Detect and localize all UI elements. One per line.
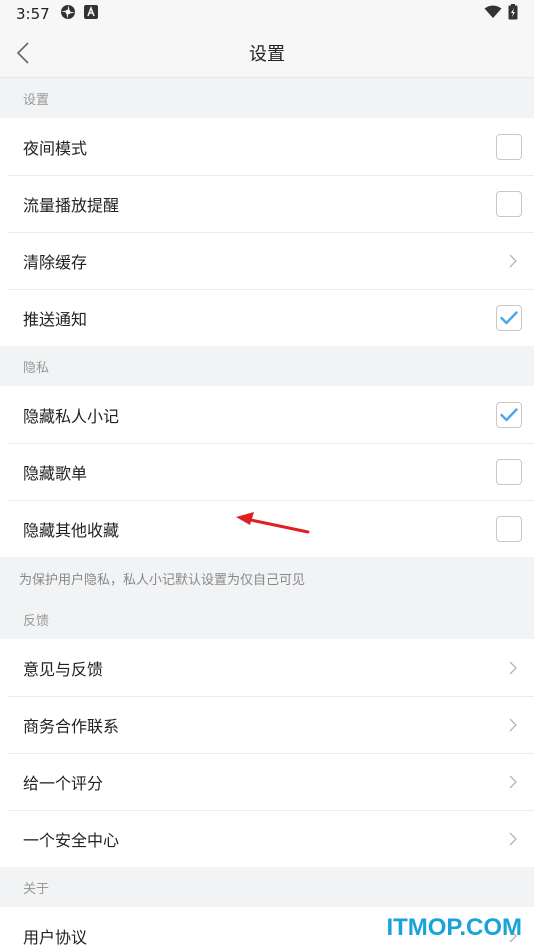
status-icons-left [60, 4, 98, 24]
settings-group: 夜间模式 流量播放提醒 清除缓存 推送通知 [0, 118, 534, 346]
push-notification-checkbox[interactable] [496, 304, 522, 331]
section-header-feedback: 反馈 [23, 613, 50, 629]
checkmark-icon [500, 407, 518, 421]
chevron-right-icon [506, 717, 520, 733]
row-data-play-reminder[interactable]: 流量播放提醒 [0, 175, 534, 232]
checkmark-icon [500, 310, 518, 324]
app-a-icon [83, 5, 98, 23]
row-label: 意见与反馈 [23, 659, 104, 679]
row-rate-app[interactable]: 给一个评分 [0, 753, 534, 810]
section-header-privacy: 隐私 [23, 360, 50, 376]
hide-private-notes-checkbox[interactable] [496, 401, 522, 428]
status-time: 3:57 [16, 5, 50, 23]
row-clear-cache[interactable]: 清除缓存 [0, 232, 534, 289]
row-label: 给一个评分 [23, 773, 104, 793]
chevron-right-icon [506, 831, 520, 847]
data-play-reminder-checkbox[interactable] [496, 190, 522, 217]
row-label: 流量播放提醒 [23, 195, 120, 215]
page-title: 设置 [249, 43, 285, 65]
row-label: 夜间模式 [23, 138, 88, 158]
row-hide-playlists[interactable]: 隐藏歌单 [0, 443, 534, 500]
row-night-mode[interactable]: 夜间模式 [0, 118, 534, 175]
chevron-right-icon [506, 253, 520, 269]
nav-bar: 设置 [0, 28, 534, 78]
status-bar: 3:57 [0, 0, 534, 28]
row-label: 用户协议 [23, 927, 88, 947]
feedback-group: 意见与反馈 商务合作联系 给一个评分 一个安全中心 [0, 639, 534, 867]
watermark-logo: ITMOP.COM [386, 914, 522, 941]
wifi-icon [484, 5, 502, 23]
section-header-settings: 设置 [23, 92, 50, 108]
section-header-about: 关于 [23, 881, 50, 897]
row-label: 隐藏其他收藏 [23, 520, 120, 540]
row-security-center[interactable]: 一个安全中心 [0, 810, 534, 867]
battery-icon [508, 4, 518, 24]
chevron-left-icon [16, 42, 29, 64]
row-label: 隐藏歌单 [23, 463, 88, 483]
row-label: 一个安全中心 [23, 830, 120, 850]
settings-gear-icon [60, 4, 76, 24]
night-mode-checkbox[interactable] [496, 133, 522, 160]
row-hide-private-notes[interactable]: 隐藏私人小记 [0, 386, 534, 443]
row-feedback[interactable]: 意见与反馈 [0, 639, 534, 696]
chevron-right-icon [506, 774, 520, 790]
back-button[interactable] [12, 39, 34, 67]
row-label: 商务合作联系 [23, 716, 120, 736]
row-label: 推送通知 [23, 309, 88, 329]
status-icons-right [484, 4, 518, 24]
row-business-contact[interactable]: 商务合作联系 [0, 696, 534, 753]
row-push-notification[interactable]: 推送通知 [0, 289, 534, 346]
row-label: 隐藏私人小记 [23, 406, 120, 426]
chevron-right-icon [506, 660, 520, 676]
row-label: 清除缓存 [23, 252, 88, 272]
privacy-note: 为保护用户隐私，私人小记默认设置为仅自己可见 [19, 572, 306, 588]
hide-other-favorites-checkbox[interactable] [496, 515, 522, 542]
hide-playlists-checkbox[interactable] [496, 458, 522, 485]
annotation-arrow-icon [232, 508, 314, 542]
